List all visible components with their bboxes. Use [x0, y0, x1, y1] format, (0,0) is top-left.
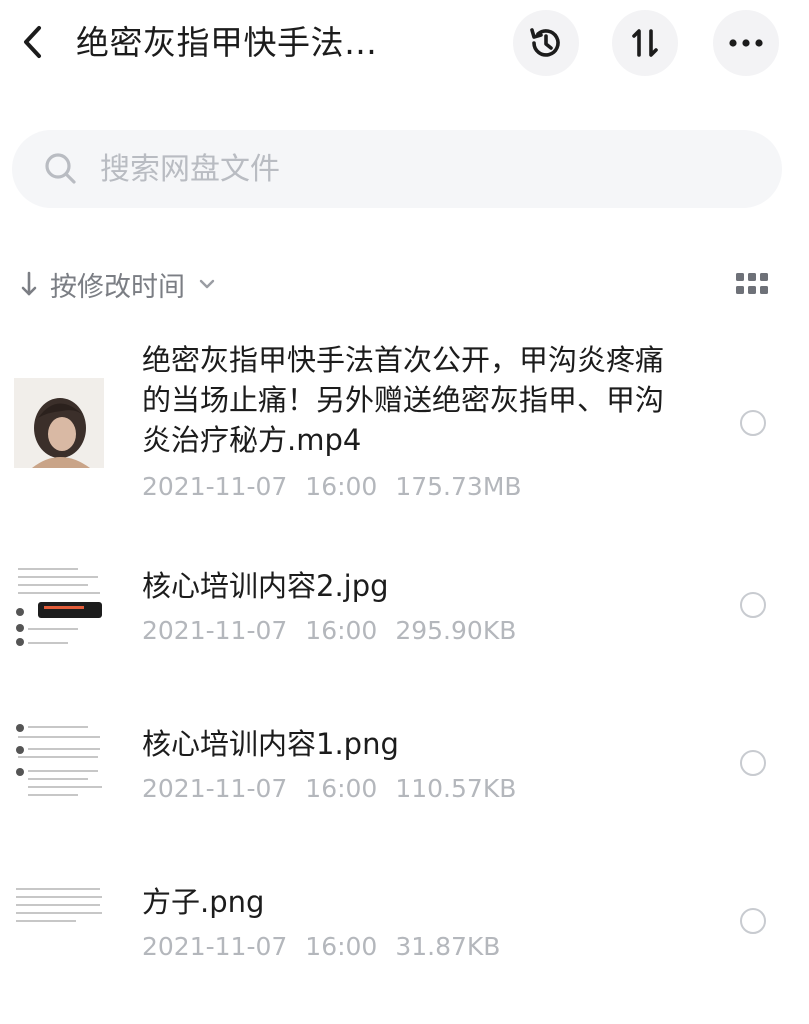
file-date: 2021-11-07	[142, 774, 288, 803]
search-input[interactable]	[100, 151, 700, 187]
file-name: 核心培训内容1.png	[142, 727, 399, 761]
select-checkbox[interactable]	[740, 592, 766, 618]
file-date: 2021-11-07	[142, 472, 288, 501]
file-size: 31.87KB	[395, 932, 501, 961]
file-size: 110.57KB	[395, 774, 517, 803]
back-button[interactable]	[14, 20, 50, 64]
sort-button[interactable]	[612, 10, 678, 76]
file-item[interactable]: 核心培训内容2.jpg 2021-11-07 16:00 295.90KB	[0, 560, 809, 660]
file-meta: 2021-11-07 16:00 31.87KB	[142, 932, 518, 961]
page-title: 绝密灰指甲快手法…	[76, 23, 378, 62]
person-thumbnail-icon	[14, 378, 104, 468]
sort-selector[interactable]: 按修改时间	[20, 262, 215, 306]
file-meta: 2021-11-07 16:00 110.57KB	[142, 774, 534, 803]
file-size: 175.73MB	[395, 472, 522, 501]
file-item[interactable]: 绝密灰指甲快手法首次公开，甲沟炎疼痛的当场止痛！另外赠送绝密灰指甲、甲沟炎治疗秘…	[0, 340, 809, 520]
file-date: 2021-11-07	[142, 932, 288, 961]
video-thumbnail	[14, 378, 104, 468]
file-time: 16:00	[305, 616, 378, 645]
image-thumbnail	[14, 718, 104, 808]
file-item[interactable]: 核心培训内容1.png 2021-11-07 16:00 110.57KB	[0, 718, 809, 818]
header-bar: 绝密灰指甲快手法…	[0, 0, 809, 84]
more-dots-icon	[729, 39, 763, 47]
search-bar[interactable]	[12, 130, 782, 208]
file-meta: 2021-11-07 16:00 175.73MB	[142, 472, 540, 501]
file-time: 16:00	[305, 472, 378, 501]
history-button[interactable]	[513, 10, 579, 76]
select-checkbox[interactable]	[740, 908, 766, 934]
file-time: 16:00	[305, 774, 378, 803]
file-browser: 绝密灰指甲快手法… 搜索网盘文件 按修改时间 绝密灰指甲快手法首次公开，甲沟炎疼…	[0, 0, 809, 1024]
more-button[interactable]	[713, 10, 779, 76]
file-date: 2021-11-07	[142, 616, 288, 645]
file-item[interactable]: 方子.png 2021-11-07 16:00 31.87KB	[0, 876, 809, 976]
sort-label: 按修改时间	[50, 271, 185, 303]
sort-arrows-icon	[632, 29, 658, 57]
image-thumbnail	[14, 880, 104, 970]
image-thumbnail	[14, 560, 104, 650]
file-meta: 2021-11-07 16:00 295.90KB	[142, 616, 534, 645]
grid-view-icon[interactable]	[734, 270, 770, 298]
file-name: 方子.png	[142, 885, 265, 919]
select-checkbox[interactable]	[740, 750, 766, 776]
chevron-left-icon	[24, 26, 41, 58]
file-name: 核心培训内容2.jpg	[142, 569, 389, 603]
file-name: 绝密灰指甲快手法首次公开，甲沟炎疼痛的当场止痛！另外赠送绝密灰指甲、甲沟炎治疗秘…	[142, 343, 665, 457]
history-icon	[530, 28, 560, 57]
arrow-down-icon	[21, 271, 37, 296]
file-size: 295.90KB	[395, 616, 517, 645]
search-icon	[45, 153, 76, 184]
select-checkbox[interactable]	[740, 410, 766, 436]
file-time: 16:00	[305, 932, 378, 961]
chevron-down-icon	[199, 279, 215, 289]
